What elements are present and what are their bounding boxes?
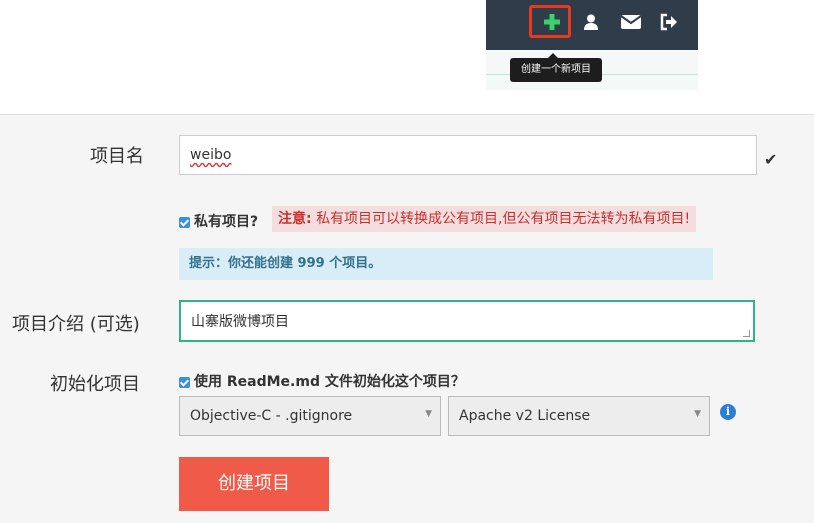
warning-text: 私有项目可以转换成公有项目,但公有项目无法转为私有项目! — [316, 211, 691, 227]
create-project-button[interactable]: 创建项目 — [179, 457, 329, 511]
description-textarea[interactable]: 山寨版微博项目 — [179, 300, 755, 342]
new-project-tooltip: 创建一个新项目 — [510, 53, 602, 82]
gitignore-selected: Objective-C - .gitignore — [190, 408, 353, 424]
chevron-down-icon: ▼ — [425, 409, 432, 419]
chevron-down-icon: ▼ — [694, 409, 701, 419]
project-name-label: 项目名 — [90, 146, 144, 167]
private-label: 私有项目? — [194, 214, 259, 230]
valid-check-icon: ✔ — [764, 150, 778, 169]
sign-out-icon[interactable] — [660, 11, 678, 33]
readme-checkbox-row[interactable]: 使用 ReadMe.md 文件初始化这个项目？ — [179, 371, 465, 391]
plus-icon[interactable] — [543, 11, 561, 33]
project-name-value: weibo — [190, 147, 232, 163]
readme-label: 使用 ReadMe.md 文件初始化这个项目？ — [194, 374, 465, 390]
private-checkbox-row[interactable]: 私有项目? — [179, 211, 258, 231]
description-label: 项目介绍 (可选) — [12, 314, 140, 335]
warning-prefix: 注意: — [278, 211, 312, 227]
description-value: 山寨版微博项目 — [191, 314, 289, 330]
user-icon[interactable] — [582, 11, 600, 33]
quota-hint: 提示：你还能创建 999 个项目。 — [179, 248, 713, 280]
resize-handle[interactable] — [743, 330, 750, 337]
info-icon[interactable]: i — [720, 404, 736, 420]
project-name-input[interactable]: weibo — [179, 135, 757, 175]
license-select[interactable]: Apache v2 License ▼ — [448, 396, 710, 436]
init-label: 初始化项目 — [50, 374, 140, 395]
private-warning: 注意: 私有项目可以转换成公有项目,但公有项目无法转为私有项目! — [272, 206, 697, 232]
private-checkbox[interactable] — [179, 216, 190, 228]
gitignore-select[interactable]: Objective-C - .gitignore ▼ — [179, 396, 441, 436]
readme-checkbox[interactable] — [179, 376, 190, 388]
envelope-icon[interactable] — [620, 11, 642, 33]
license-selected: Apache v2 License — [459, 408, 591, 424]
